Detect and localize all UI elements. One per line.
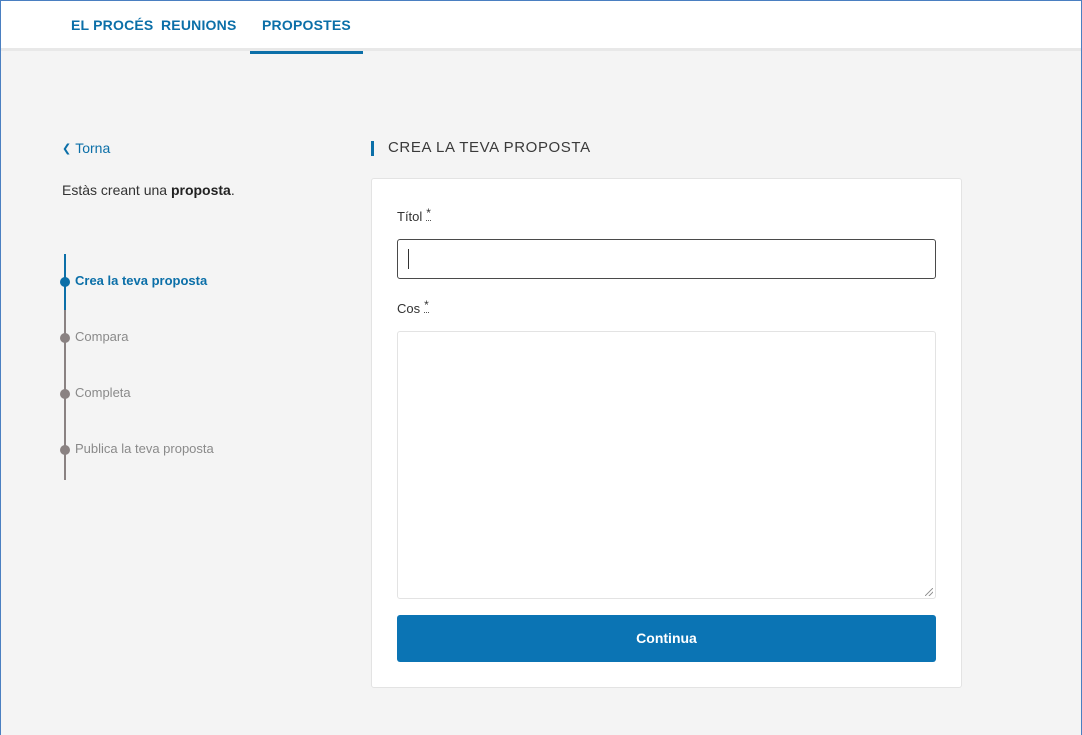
intro-bold: proposta	[170, 182, 231, 198]
body-field-label: Cos *	[397, 298, 429, 316]
text-caret	[408, 249, 409, 269]
step-dot-icon	[60, 277, 70, 287]
page-frame: EL PROCÉS REUNIONS PROPOSTES ❮ Torna Està…	[0, 0, 1082, 735]
tab-reunions[interactable]: REUNIONS	[161, 1, 237, 51]
required-mark: *	[424, 298, 429, 313]
title-field-label: Títol *	[397, 206, 431, 224]
form-heading-text: CREA LA TEVA PROPOSTA	[388, 139, 591, 156]
step-label: Crea la teva proposta	[75, 273, 208, 288]
heading-accent-bar	[371, 141, 374, 156]
step-label: Compara	[75, 329, 129, 344]
top-navigation: EL PROCÉS REUNIONS PROPOSTES	[1, 1, 1081, 54]
intro-prefix: Estàs creant una	[62, 182, 168, 198]
step-dot-icon	[60, 445, 70, 455]
chevron-left-icon: ❮	[62, 143, 72, 155]
step-dot-icon	[60, 333, 70, 343]
title-input[interactable]	[397, 239, 936, 279]
continue-button[interactable]: Continua	[397, 615, 936, 662]
title-label-text: Títol	[397, 209, 423, 224]
resize-grip-icon[interactable]	[925, 588, 933, 596]
step-label: Completa	[75, 385, 131, 400]
step-dot-icon	[60, 389, 70, 399]
tab-el-proces[interactable]: EL PROCÉS	[71, 1, 153, 51]
body-label-text: Cos	[397, 301, 421, 316]
intro-suffix: .	[230, 182, 235, 198]
intro-text: Estàs creant una proposta.	[62, 182, 235, 198]
back-link[interactable]: ❮ Torna	[62, 140, 110, 156]
required-mark: *	[426, 206, 431, 221]
back-link-label: Torna	[75, 140, 111, 156]
body-textarea[interactable]	[397, 331, 936, 599]
tab-propostes[interactable]: PROPOSTES	[250, 1, 363, 54]
step-label: Publica la teva proposta	[75, 441, 214, 456]
